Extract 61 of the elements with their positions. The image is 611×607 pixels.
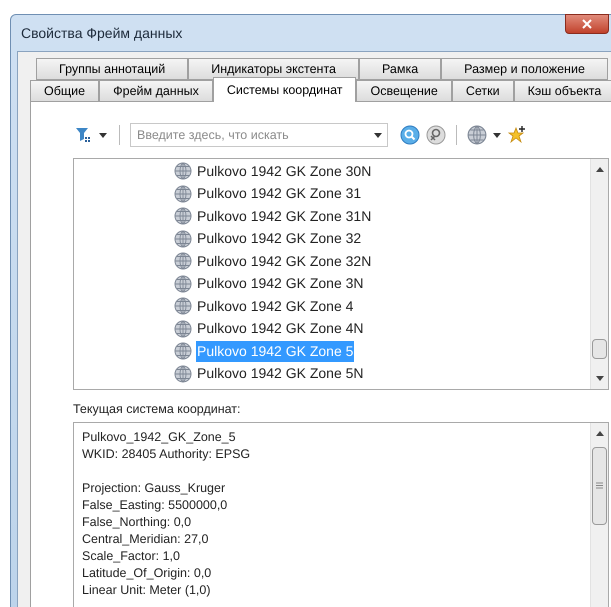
globe-icon [467, 125, 487, 145]
tab[interactable]: Общие [30, 80, 100, 102]
caret-icon[interactable] [99, 132, 107, 138]
tab[interactable]: Сетки [452, 80, 514, 102]
tab[interactable]: Кэш объекта [514, 80, 611, 102]
scrollbar[interactable] [590, 159, 608, 389]
info-line: WKID: 28405 Authority: EPSG [82, 446, 252, 463]
list-item[interactable]: Pulkovo 1942 GK Zone 31N [196, 206, 372, 227]
globe-icon [174, 184, 192, 203]
list-item[interactable]: Pulkovo 1942 GK Zone 5N [196, 363, 365, 384]
add-favorite-button[interactable] [507, 125, 527, 145]
globe-icon [174, 342, 192, 360]
search-field[interactable]: Введите здесь, что искать [130, 123, 388, 147]
globe-button[interactable] [467, 125, 501, 145]
globe-icon [174, 364, 192, 383]
info-line: Pulkovo_1942_GK_Zone_5 [82, 428, 237, 446]
scroll-up-icon[interactable] [596, 430, 604, 436]
list-item[interactable]: Pulkovo 1942 GK Zone 30N [196, 160, 372, 182]
scroll-thumb[interactable] [592, 446, 607, 525]
info-line: False_Easting: 5500000,0 [82, 496, 228, 514]
globe-icon [174, 230, 192, 248]
list-item[interactable]: Pulkovo 1942 GK Zone 4 [196, 296, 354, 317]
info-line: Latitude_Of_Origin: 0,0 [82, 564, 212, 582]
list-item[interactable]: Pulkovo 1942 GK Zone 32N [196, 250, 372, 272]
close-button[interactable] [565, 14, 609, 34]
info-line: Linear Unit: Meter (1,0) [82, 582, 212, 599]
tab[interactable]: Размер и положение [441, 58, 608, 80]
list-item[interactable]: Pulkovo 1942 GK Zone 31 [196, 183, 362, 204]
filter-icon [75, 126, 93, 144]
info-line: Projection: Gauss_Kruger [82, 480, 226, 497]
search-button[interactable] [400, 125, 420, 145]
globe-icon [174, 252, 192, 270]
tab[interactable]: Рамка [358, 58, 442, 80]
globe-icon [174, 162, 192, 180]
grip-icon [596, 482, 603, 490]
search-icon [400, 125, 420, 145]
scroll-down-icon[interactable] [596, 376, 604, 381]
filter-button[interactable] [73, 126, 109, 144]
globe-icon [174, 320, 192, 338]
info-line: False_Northing: 0,0 [82, 514, 192, 531]
scrollbar[interactable] [590, 422, 608, 607]
scroll-up-icon[interactable] [596, 167, 604, 172]
info-line: Scale_Factor: 1,0 [82, 548, 181, 565]
tab[interactable]: Системы координат [212, 77, 356, 102]
caret-icon[interactable] [493, 132, 501, 138]
globe-icon [174, 274, 192, 293]
list-item[interactable]: Pulkovo 1942 GK Zone 4N [196, 318, 365, 340]
list-item[interactable]: Pulkovo 1942 GK Zone 32 [196, 228, 362, 250]
star-icon [507, 125, 527, 145]
info-line: Central_Meridian: 27,0 [82, 530, 210, 548]
list-item[interactable]: Pulkovo 1942 GK Zone 3N [196, 273, 365, 294]
globe-icon [174, 207, 192, 226]
scroll-thumb[interactable] [592, 339, 607, 359]
close-icon [582, 19, 592, 29]
tab[interactable]: Фрейм данных [99, 80, 213, 102]
globe-icon [174, 297, 192, 316]
tab[interactable]: Освещение [356, 80, 452, 102]
current-system-label: Текущая система координат: [73, 401, 242, 418]
tab[interactable]: Группы аннотаций [36, 58, 188, 80]
window-title: Свойства Фрейм данных [21, 24, 182, 43]
caret-icon[interactable] [374, 132, 382, 138]
